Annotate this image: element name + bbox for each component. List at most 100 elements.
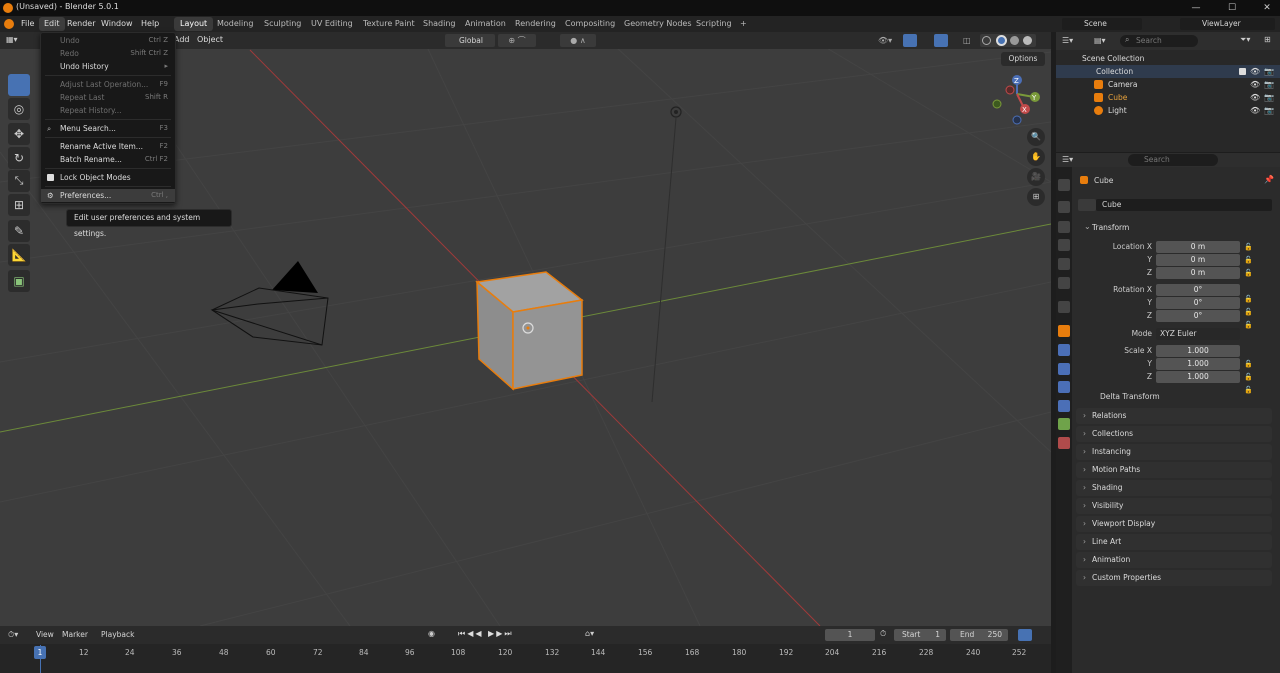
tab-shading[interactable]: Shading: [417, 17, 462, 31]
timeline-menu-marker[interactable]: Marker: [62, 630, 88, 639]
tree-cube[interactable]: Cube: [1056, 91, 1280, 104]
select-box-tool-icon[interactable]: [8, 74, 30, 96]
timeline-editor-type-icon[interactable]: ⏱▾: [8, 630, 18, 640]
delta-transform-subpanel[interactable]: Delta Transform: [1086, 390, 1272, 404]
panel-collections[interactable]: Collections: [1076, 426, 1272, 442]
collection-tab-icon[interactable]: [1058, 301, 1070, 313]
tab-sculpting[interactable]: Sculpting: [258, 17, 307, 31]
tab-animation[interactable]: Animation: [459, 17, 512, 31]
rotate-tool-icon[interactable]: ↻: [8, 147, 30, 169]
panel-instancing[interactable]: Instancing: [1076, 444, 1272, 460]
playback-controls[interactable]: ⏮◀◀ ▶▶⏭: [458, 629, 568, 641]
timeline-ruler-area[interactable]: [0, 644, 1051, 673]
scale-y-field[interactable]: 1.000: [1156, 358, 1240, 370]
zoom-icon[interactable]: 🔍: [1027, 128, 1045, 146]
panel-shading[interactable]: Shading: [1076, 480, 1272, 496]
panel-custom-properties[interactable]: Custom Properties: [1076, 570, 1272, 586]
location-y-field[interactable]: 0 m: [1156, 254, 1240, 266]
overlay-toggle-icon[interactable]: [934, 34, 948, 47]
menu-item-undo-history[interactable]: Undo History ▸: [41, 60, 175, 73]
data-tab-icon[interactable]: [1058, 418, 1070, 430]
scale-tool-icon[interactable]: ⤡: [8, 170, 30, 192]
playhead-frame-indicator[interactable]: 1: [34, 646, 46, 659]
tab-modeling[interactable]: Modeling: [211, 17, 259, 31]
render-tab-icon[interactable]: [1058, 201, 1070, 213]
view-overlay-toggle-icon[interactable]: [1018, 629, 1032, 641]
new-collection-icon[interactable]: ⊞: [1264, 35, 1271, 44]
rotation-x-field[interactable]: 0°: [1156, 284, 1240, 296]
proportional-edit-icon[interactable]: ● ∧: [560, 34, 596, 47]
menu-item-rename-active-item[interactable]: Rename Active Item... F2: [41, 140, 175, 153]
transform-panel-header[interactable]: Transform: [1078, 221, 1272, 235]
output-tab-icon[interactable]: [1058, 221, 1070, 233]
outliner-search-input[interactable]: Search: [1120, 35, 1198, 47]
pan-hand-icon[interactable]: ✋: [1027, 148, 1045, 166]
auto-keying-icon[interactable]: ◉: [428, 629, 435, 638]
pivot-snap-icon[interactable]: ⊕ ⌒: [498, 34, 536, 47]
transform-tool-icon[interactable]: ⊞: [8, 194, 30, 216]
menu-item-repeat-last[interactable]: Repeat Last Shift R: [41, 91, 175, 104]
blender-menu-icon[interactable]: [4, 19, 14, 29]
render-camera-icon[interactable]: 📷: [1264, 93, 1274, 102]
solid-shading-icon[interactable]: [996, 35, 1007, 46]
menu-item-lock-object-modes[interactable]: Lock Object Modes: [41, 171, 175, 184]
collection-checkbox[interactable]: [1239, 68, 1246, 75]
light-object[interactable]: [670, 106, 682, 118]
current-frame-field[interactable]: 1: [825, 629, 875, 641]
tab-layout[interactable]: Layout: [174, 17, 214, 31]
view-layer-tab-icon[interactable]: [1058, 239, 1070, 251]
properties-search-input[interactable]: Search: [1128, 154, 1218, 166]
timeline-menu-view[interactable]: View: [36, 630, 54, 639]
menu-item-undo[interactable]: Undo Ctrl Z: [41, 34, 175, 47]
constraints-tab-icon[interactable]: [1058, 400, 1070, 412]
rotation-z-field[interactable]: 0°: [1156, 310, 1240, 322]
navigation-gizmo[interactable]: Z Y X: [992, 75, 1040, 125]
shading-mode-group[interactable]: [980, 34, 1036, 47]
scale-x-field[interactable]: 1.000: [1156, 345, 1240, 357]
menu-item-redo[interactable]: Redo Shift Ctrl Z: [41, 47, 175, 60]
location-z-field[interactable]: 0 m: [1156, 267, 1240, 279]
render-camera-icon[interactable]: 📷: [1264, 80, 1274, 89]
move-tool-icon[interactable]: ✥: [8, 123, 30, 145]
outliner-editor-type-icon[interactable]: ☰▾: [1062, 36, 1073, 45]
tab-uv-editing[interactable]: UV Editing: [305, 17, 359, 31]
tab-rendering[interactable]: Rendering: [509, 17, 562, 31]
tree-scene-collection[interactable]: Scene Collection: [1056, 52, 1280, 65]
menu-item-batch-rename[interactable]: Batch Rename... Ctrl F2: [41, 153, 175, 166]
visibility-icon[interactable]: 👁▾: [878, 34, 898, 47]
panel-motion-paths[interactable]: Motion Paths: [1076, 462, 1272, 478]
physics-tab-icon[interactable]: [1058, 381, 1070, 393]
menu-file[interactable]: File: [16, 17, 39, 31]
keying-set-icon[interactable]: ⌂▾: [585, 629, 594, 638]
close-icon[interactable]: ✕: [1256, 1, 1278, 15]
render-camera-icon[interactable]: 📷: [1264, 67, 1274, 76]
transform-orientation-dropdown[interactable]: Global: [445, 34, 495, 47]
measure-tool-icon[interactable]: 📐: [8, 244, 30, 266]
menu-window[interactable]: Window: [96, 17, 138, 31]
gizmo-toggle-icon[interactable]: [903, 34, 917, 47]
add-workspace-button[interactable]: +: [734, 17, 753, 31]
timeline-menu-playback[interactable]: Playback: [101, 630, 134, 639]
wireframe-shading-icon[interactable]: [982, 36, 991, 45]
panel-relations[interactable]: Relations: [1076, 408, 1272, 424]
end-frame-field[interactable]: End 250: [950, 629, 1008, 641]
xray-icon[interactable]: ◫: [963, 34, 975, 47]
modifiers-tab-icon[interactable]: [1058, 344, 1070, 356]
menu-help[interactable]: Help: [136, 17, 164, 31]
menu-item-menu-search[interactable]: ⌕ Menu Search... F3: [41, 122, 175, 135]
filter-icon[interactable]: ⏷▾: [1240, 35, 1250, 45]
stopwatch-icon[interactable]: ⏱: [880, 629, 886, 639]
menu-item-repeat-history[interactable]: Repeat History...: [41, 104, 175, 117]
start-frame-field[interactable]: Start 1: [894, 629, 946, 641]
add-cube-tool-icon[interactable]: ▣: [8, 270, 30, 292]
ortho-grid-icon[interactable]: ⊞: [1027, 188, 1045, 206]
lock-icons-column[interactable]: 🔓 🔓 🔓 🔓 🔓 🔓 🔓 🔓 🔓: [1244, 241, 1253, 397]
menu-add[interactable]: Add: [174, 35, 190, 44]
rotation-mode-dropdown[interactable]: XYZ Euler: [1156, 328, 1240, 340]
camera-view-icon[interactable]: 🎥: [1027, 168, 1045, 186]
panel-viewport-display[interactable]: Viewport Display: [1076, 516, 1272, 532]
material-tab-icon[interactable]: [1058, 437, 1070, 449]
cursor-tool-icon[interactable]: ◎: [8, 98, 30, 120]
rotation-y-field[interactable]: 0°: [1156, 297, 1240, 309]
display-mode-icon[interactable]: ▤▾: [1094, 36, 1106, 45]
